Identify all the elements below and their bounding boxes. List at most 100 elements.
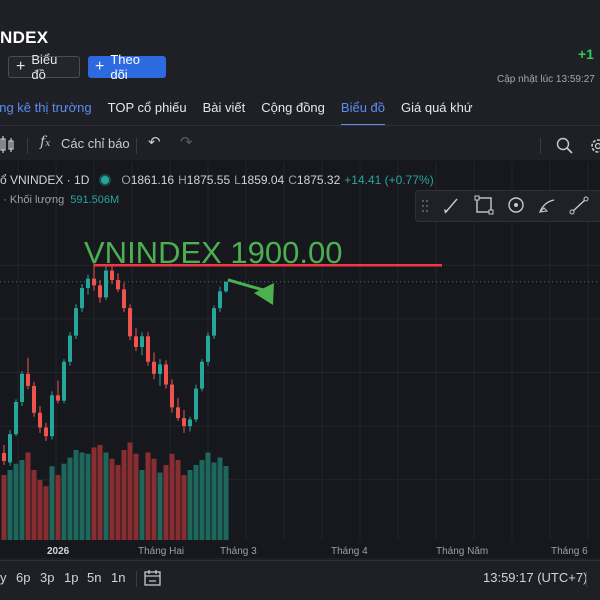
candle-body bbox=[158, 364, 162, 374]
volume-bar bbox=[133, 453, 139, 540]
candle-body bbox=[176, 407, 180, 419]
volume-bar bbox=[193, 465, 199, 540]
drawing-tools bbox=[422, 195, 589, 215]
timeframe-5d[interactable]: 5n bbox=[87, 570, 101, 585]
legend-change: +14.41 (+0.77%) bbox=[344, 173, 434, 187]
divider bbox=[0, 560, 600, 561]
volume-bar bbox=[121, 450, 127, 540]
rectangle-icon[interactable] bbox=[474, 195, 494, 215]
live-dot-icon bbox=[101, 176, 110, 184]
volume-bar bbox=[55, 475, 61, 540]
volume-bar bbox=[115, 465, 121, 540]
volume-bar bbox=[217, 457, 223, 540]
volume-bar bbox=[175, 460, 181, 540]
volume-bar bbox=[187, 470, 193, 540]
candle-body bbox=[212, 308, 216, 336]
time-axis-label: Tháng 4 bbox=[331, 546, 368, 557]
volume-bar bbox=[85, 453, 91, 540]
timeframe-1m[interactable]: 1p bbox=[64, 570, 78, 585]
candle-body bbox=[200, 361, 204, 389]
volume-bar bbox=[31, 470, 37, 540]
candle-body bbox=[14, 402, 18, 435]
clock-timezone[interactable]: 13:59:17 (UTC+7) bbox=[483, 570, 587, 585]
time-axis-label: Tháng Năm bbox=[436, 546, 488, 557]
time-axis-label: Tháng Hai bbox=[138, 546, 184, 557]
timeframe-3m[interactable]: 3p bbox=[40, 570, 54, 585]
trend-line-icon[interactable] bbox=[569, 196, 589, 215]
high-value: 1875.55 bbox=[186, 173, 231, 187]
candle-body bbox=[20, 373, 24, 402]
pen-icon[interactable] bbox=[444, 198, 458, 214]
candle-body bbox=[8, 434, 12, 463]
timeframe-year[interactable]: y bbox=[0, 570, 7, 585]
time-axis-label: 2026 bbox=[47, 546, 70, 557]
candle-body bbox=[50, 395, 54, 437]
low-label: L bbox=[234, 173, 241, 187]
close-label: C bbox=[288, 173, 297, 187]
volume-bar bbox=[7, 470, 13, 540]
chart-legend: ổ VNINDEX · 1D O 1861.16 H 1875.55 L 1859.0… bbox=[0, 173, 438, 187]
volume-bar bbox=[43, 486, 49, 540]
candle-body bbox=[194, 388, 198, 420]
volume-bar bbox=[91, 447, 97, 540]
volume-bar bbox=[211, 462, 217, 540]
volume-legend: e · Khối lượng 591.506M bbox=[0, 194, 119, 206]
volume-label: e · Khối lượng bbox=[0, 194, 65, 206]
candle-body bbox=[68, 335, 72, 362]
timeframe-1d[interactable]: 1n bbox=[111, 570, 125, 585]
candle-body bbox=[44, 427, 48, 437]
brush-icon[interactable] bbox=[538, 199, 555, 213]
volume-bar bbox=[79, 452, 85, 540]
volume-bar bbox=[127, 442, 133, 540]
candle-body bbox=[86, 278, 90, 289]
candle-body bbox=[2, 452, 6, 461]
candle-body bbox=[206, 335, 210, 362]
volume-value: 591.506M bbox=[70, 194, 120, 206]
volume-bar bbox=[13, 463, 19, 540]
candle-body bbox=[164, 364, 168, 385]
open-value: 1861.16 bbox=[130, 173, 175, 187]
candle-body bbox=[146, 336, 150, 362]
close-value: 1875.32 bbox=[296, 173, 341, 187]
candle-body bbox=[110, 270, 114, 280]
candle-body bbox=[116, 279, 120, 290]
candle-body bbox=[80, 288, 84, 309]
candle-body bbox=[26, 373, 30, 386]
volume-bar bbox=[139, 470, 145, 540]
volume-bar bbox=[157, 472, 163, 540]
legend-symbol[interactable]: ổ VNINDEX · 1D bbox=[0, 173, 89, 187]
volume-bar bbox=[223, 466, 229, 540]
volume-bar bbox=[19, 460, 25, 540]
circle-icon[interactable] bbox=[508, 197, 524, 213]
volume-bar bbox=[1, 475, 7, 540]
date-range-icon[interactable] bbox=[144, 569, 162, 587]
volume-bar bbox=[49, 466, 55, 540]
low-value: 1859.04 bbox=[240, 173, 285, 187]
candlestick-chart: VNINDEX 1900.00 2026 Tháng Hai Tháng 3 Tháng… bbox=[0, 162, 600, 557]
volume-bar bbox=[103, 452, 109, 540]
volume-bar bbox=[169, 453, 175, 540]
candle-body bbox=[182, 418, 186, 427]
volume-bar bbox=[199, 460, 205, 540]
candle-body bbox=[188, 419, 192, 427]
candle-body bbox=[92, 278, 96, 286]
volume-bar bbox=[145, 452, 151, 540]
time-axis-label: Tháng 3 bbox=[220, 546, 257, 557]
volume-bar bbox=[61, 463, 67, 540]
toolbar-separator bbox=[586, 571, 587, 587]
volume-bar bbox=[109, 458, 115, 540]
candle-body bbox=[38, 412, 42, 428]
volume-bar bbox=[163, 465, 169, 540]
timeframe-6m[interactable]: 6p bbox=[16, 570, 30, 585]
volume-bar bbox=[97, 445, 103, 540]
drag-handle-icon[interactable] bbox=[422, 200, 428, 212]
candle-body bbox=[170, 384, 174, 408]
volume-bar bbox=[205, 452, 211, 540]
candle-body bbox=[32, 385, 36, 413]
candle-body bbox=[218, 291, 222, 309]
volume-bar bbox=[73, 450, 79, 540]
candle-body bbox=[74, 308, 78, 336]
volume-bar bbox=[151, 458, 157, 540]
arrow-head bbox=[254, 283, 274, 305]
open-label: O bbox=[121, 173, 131, 187]
